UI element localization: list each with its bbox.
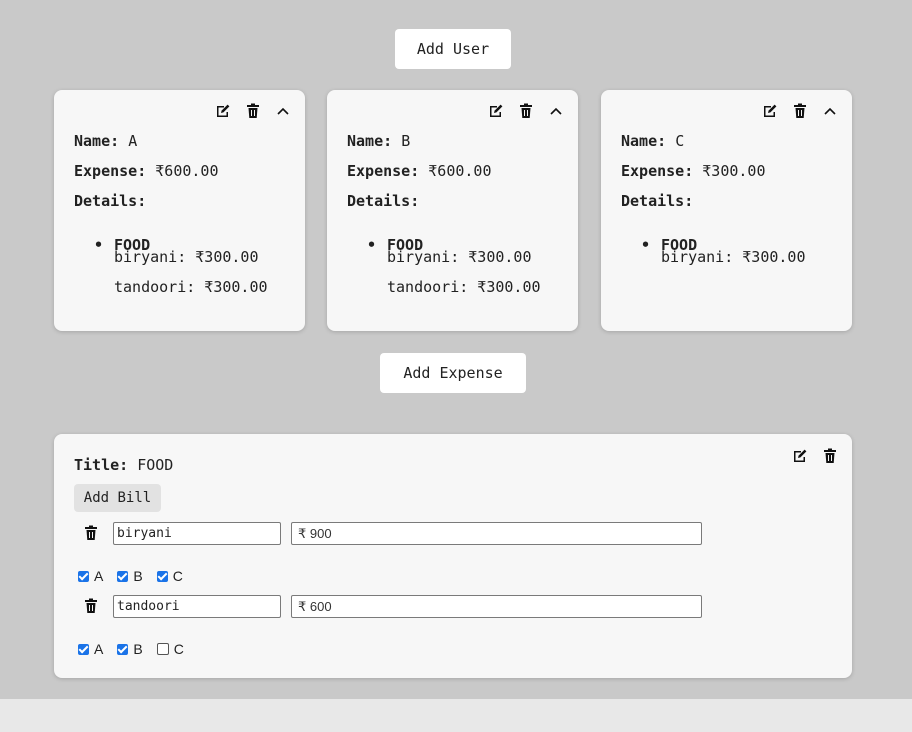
chevron-up-icon[interactable] [275, 103, 291, 119]
bill-amount-input[interactable]: ₹ 900 [291, 522, 702, 545]
trash-icon[interactable] [83, 598, 99, 614]
bill-detail: tandoori: ₹300.00 [114, 278, 268, 296]
trash-icon[interactable] [245, 103, 261, 119]
user-name: C [675, 132, 685, 150]
participant-checkbox[interactable]: B [117, 568, 143, 584]
details-label: Details: [347, 192, 420, 210]
bill-detail: biryani: ₹300.00 [661, 248, 806, 266]
trash-icon[interactable] [518, 103, 534, 119]
user-expense: ₹300.00 [702, 162, 766, 180]
participant-label: C [173, 641, 184, 657]
expense-label: Expense: [621, 162, 694, 180]
checkbox[interactable] [78, 570, 89, 582]
edit-icon[interactable] [762, 103, 778, 119]
expense-actions [792, 448, 838, 464]
expense-title-row: Title: FOOD [74, 456, 173, 474]
trash-icon[interactable] [83, 525, 99, 541]
name-label: Name: [621, 132, 667, 150]
participant-label: A [94, 568, 104, 584]
checkbox[interactable] [117, 570, 129, 582]
user-expense-row: Expense: ₹600.00 [74, 162, 219, 180]
bill-detail: biryani: ₹300.00 [387, 248, 532, 266]
user-expense-row: Expense: ₹600.00 [347, 162, 492, 180]
chevron-up-icon[interactable] [822, 103, 838, 119]
participant-checkbox[interactable]: C [156, 568, 183, 584]
user-expense: ₹600.00 [428, 162, 492, 180]
expense-label: Expense: [74, 162, 147, 180]
participant-label: B [133, 641, 143, 657]
details-label: Details: [74, 192, 147, 210]
details-label: Details: [621, 192, 694, 210]
participant-checkboxes: A B C [78, 641, 184, 657]
app-page: Add User Name: A Expense: ₹600.00 Detail… [0, 0, 912, 699]
name-label: Name: [74, 132, 120, 150]
expense-card: Title: FOOD Add Bill biryani ₹ 900 A B C [54, 434, 852, 678]
participant-label: A [94, 641, 104, 657]
user-name-row: Name: A [74, 132, 137, 150]
participant-checkbox[interactable]: A [78, 568, 103, 584]
user-card-c: Name: C Expense: ₹300.00 Details: FOOD b… [601, 90, 852, 331]
checkbox[interactable] [78, 643, 89, 655]
user-name-row: Name: B [347, 132, 410, 150]
add-expense-button[interactable]: Add Expense [380, 353, 526, 393]
participant-checkboxes: A B C [78, 568, 183, 584]
user-name: A [128, 132, 138, 150]
bill-name-input[interactable]: tandoori [113, 595, 281, 618]
bill-detail: biryani: ₹300.00 [114, 248, 259, 266]
card-actions [215, 103, 291, 119]
user-name-row: Name: C [621, 132, 684, 150]
card-actions [488, 103, 564, 119]
checkbox[interactable] [156, 643, 169, 655]
title-label: Title: [74, 456, 129, 474]
user-expense-row: Expense: ₹300.00 [621, 162, 766, 180]
trash-icon[interactable] [792, 103, 808, 119]
user-card-b: Name: B Expense: ₹600.00 Details: FOOD b… [327, 90, 578, 331]
participant-label: B [133, 568, 143, 584]
user-name: B [401, 132, 411, 150]
participant-checkbox[interactable]: B [117, 641, 143, 657]
participant-label: C [172, 568, 183, 584]
trash-icon[interactable] [822, 448, 838, 464]
bill-detail: tandoori: ₹300.00 [387, 278, 541, 296]
participant-checkbox[interactable]: A [78, 641, 103, 657]
user-expense: ₹600.00 [155, 162, 219, 180]
user-card-a: Name: A Expense: ₹600.00 Details: FOOD b… [54, 90, 305, 331]
add-user-button[interactable]: Add User [395, 29, 511, 69]
bill-amount-input[interactable]: ₹ 600 [291, 595, 702, 618]
chevron-up-icon[interactable] [548, 103, 564, 119]
card-actions [762, 103, 838, 119]
edit-icon[interactable] [215, 103, 231, 119]
bill-name-input[interactable]: biryani [113, 522, 281, 545]
checkbox[interactable] [156, 570, 168, 582]
participant-checkbox[interactable]: C [156, 641, 184, 657]
name-label: Name: [347, 132, 393, 150]
checkbox[interactable] [117, 643, 129, 655]
edit-icon[interactable] [488, 103, 504, 119]
expense-title: FOOD [137, 456, 174, 474]
add-bill-button[interactable]: Add Bill [74, 484, 161, 512]
expense-label: Expense: [347, 162, 420, 180]
edit-icon[interactable] [792, 448, 808, 464]
